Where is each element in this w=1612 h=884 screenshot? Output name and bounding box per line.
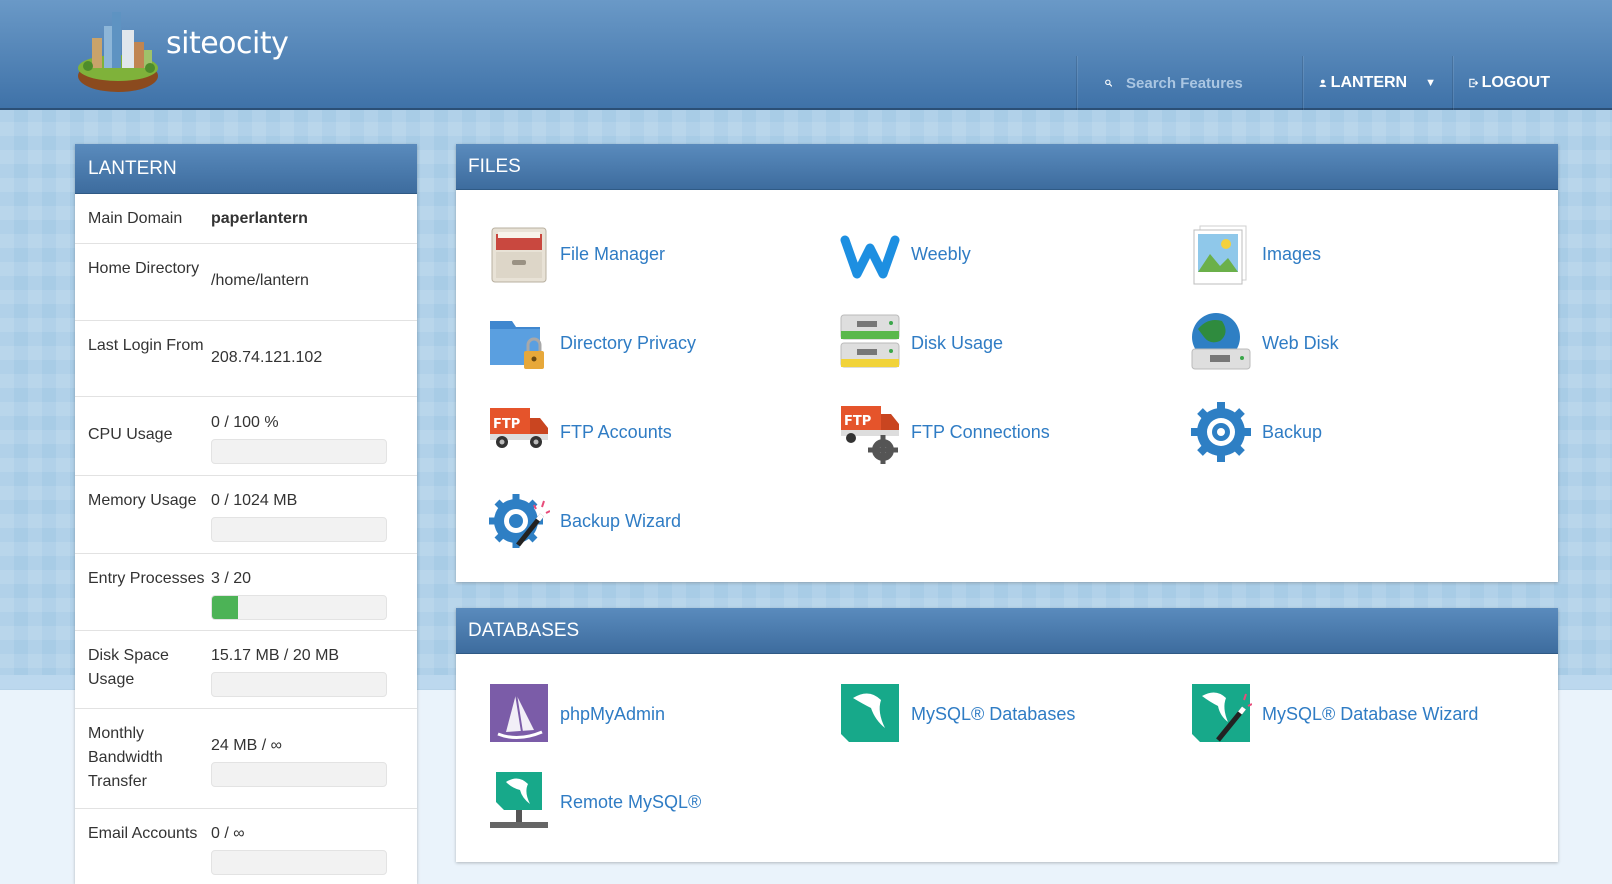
ftp-connections-link[interactable]: FTP FTP Connections [839,400,1050,464]
file-manager-icon [488,222,550,286]
item-label: FTP Accounts [560,421,672,442]
search-input[interactable] [1126,74,1286,92]
ftp-connections-icon: FTP [839,400,901,464]
files-panel: FILES File Manager Weebly Images Directo… [456,144,1558,582]
usage-bar-fill [212,596,239,619]
user-icon [1319,79,1327,87]
brand-name[interactable]: siteocity [166,26,289,61]
item-label: Images [1262,243,1322,264]
stat-value: 208.74.121.102 [211,349,323,366]
item-label: Backup [1262,421,1323,442]
stat-value: 0 / 100 % [211,414,279,431]
item-label: Weebly [911,243,971,264]
item-label: Directory Privacy [560,332,697,353]
search-box[interactable] [1076,56,1302,110]
directory-privacy-link[interactable]: Directory Privacy [488,311,696,375]
stat-email-accounts: Email Accounts 0 / ∞ [75,809,417,884]
mysql-database-wizard-icon [1190,682,1252,746]
stat-disk-space: Disk Space Usage 15.17 MB / 20 MB [75,631,417,709]
images-icon [1190,222,1252,286]
bandwidth-bar [211,762,387,787]
backup-wizard-icon [488,489,550,553]
backup-icon [1190,400,1252,464]
stat-label: CPU Usage [88,426,173,443]
item-label: FTP Connections [911,421,1050,442]
siteocity-logo[interactable] [76,6,162,96]
svg-text:FTP: FTP [844,414,871,429]
file-manager-link[interactable]: File Manager [488,222,665,286]
entry-processes-bar [211,595,387,620]
stat-last-login: Last Login From 208.74.121.102 [75,321,417,397]
mysql-databases-icon [839,682,901,746]
databases-panel-title: DATABASES [456,608,1558,654]
top-header: siteocity LANTERN ▼ LOGOUT [0,0,1612,110]
stat-label: Last Login From [88,337,204,354]
email-accounts-bar [211,850,387,875]
web-disk-link[interactable]: Web Disk [1190,311,1339,375]
stat-value: 24 MB / ∞ [211,737,282,754]
logout-icon [1469,78,1479,88]
weebly-link[interactable]: Weebly [839,222,971,286]
backup-link[interactable]: Backup [1190,400,1322,464]
disk-usage-icon [839,311,901,375]
cpu-usage-bar [211,439,387,464]
account-stats-panel: LANTERN Main Domain paperlantern Home Di… [75,144,417,884]
item-label: MySQL® Databases [911,703,1076,724]
stat-label: Disk Space Usage [88,647,169,688]
stat-value: paperlantern [211,210,308,227]
item-label: File Manager [560,243,666,264]
stat-main-domain: Main Domain paperlantern [75,194,417,244]
stat-label: Memory Usage [88,492,197,509]
user-menu-button[interactable]: LANTERN ▼ [1302,56,1452,110]
stat-monthly-bandwidth: Monthly Bandwidth Transfer 24 MB / ∞ [75,709,417,809]
remote-mysql-icon [488,770,550,834]
item-label: Disk Usage [911,332,1004,353]
item-label: Web Disk [1262,332,1339,353]
backup-wizard-link[interactable]: Backup Wizard [488,489,681,553]
files-panel-title: FILES [456,144,1558,190]
item-label: Remote MySQL® [560,791,702,812]
svg-text:FTP: FTP [493,417,520,432]
header-nav: LANTERN ▼ LOGOUT [1076,56,1566,110]
disk-usage-link[interactable]: Disk Usage [839,311,1003,375]
stat-memory-usage: Memory Usage 0 / 1024 MB [75,476,417,554]
weebly-icon [839,222,901,286]
databases-panel: DATABASES phpMyAdmin MySQL® Databases My… [456,608,1558,862]
chevron-down-icon: ▼ [1425,77,1436,89]
directory-privacy-icon [488,311,550,375]
stat-cpu-usage: CPU Usage 0 / 100 % [75,397,417,476]
stat-home-directory: Home Directory /home/lantern [75,244,417,321]
stat-label: Monthly Bandwidth Transfer [88,725,163,790]
logout-button[interactable]: LOGOUT [1452,56,1566,110]
ftp-accounts-link[interactable]: FTP FTP Accounts [488,400,672,464]
mysql-database-wizard-link[interactable]: MySQL® Database Wizard [1190,682,1478,746]
stat-label: Email Accounts [88,825,198,842]
logout-label: LOGOUT [1481,74,1550,91]
search-icon [1105,79,1112,87]
stat-value: 3 / 20 [211,570,252,587]
stat-label: Entry Processes [88,570,205,587]
stat-entry-processes: Entry Processes 3 / 20 [75,554,417,631]
item-label: phpMyAdmin [560,703,666,724]
stat-value: /home/lantern [211,272,309,289]
web-disk-icon [1190,311,1252,375]
account-panel-title: LANTERN [75,144,417,194]
ftp-accounts-icon: FTP [488,400,550,464]
stat-label: Main Domain [88,210,183,227]
remote-mysql-link[interactable]: Remote MySQL® [488,770,701,834]
stat-value: 0 / 1024 MB [211,492,298,509]
user-menu-label: LANTERN [1330,74,1408,91]
mysql-databases-link[interactable]: MySQL® Databases [839,682,1075,746]
item-label: Backup Wizard [560,510,682,531]
stat-value: 0 / ∞ [211,825,245,842]
item-label: MySQL® Database Wizard [1262,703,1479,724]
phpmyadmin-link[interactable]: phpMyAdmin [488,682,665,746]
stat-value: 15.17 MB / 20 MB [211,647,340,664]
stat-label: Home Directory [88,260,200,277]
images-link[interactable]: Images [1190,222,1321,286]
memory-usage-bar [211,517,387,542]
phpmyadmin-icon [488,682,550,746]
disk-space-bar [211,672,387,697]
